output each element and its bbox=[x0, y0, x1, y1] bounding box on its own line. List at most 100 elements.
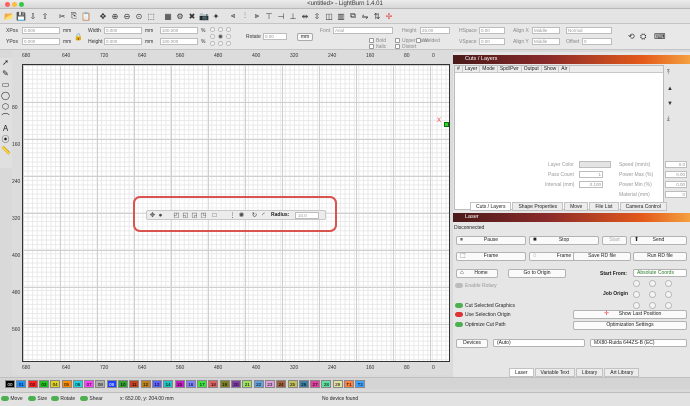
cut-icon[interactable]: ✂ bbox=[57, 11, 67, 21]
offset-input[interactable]: 0 bbox=[582, 38, 612, 45]
palette-swatch-18[interactable]: 18 bbox=[208, 380, 219, 388]
stop-button[interactable]: ■ Stop bbox=[529, 236, 599, 245]
go-to-origin-button[interactable]: Go to Origin bbox=[508, 269, 566, 278]
units-toggle-button[interactable]: mm bbox=[297, 33, 313, 41]
tools-icon[interactable]: ✖ bbox=[187, 11, 197, 21]
anchor-bottom-center[interactable] bbox=[218, 41, 223, 46]
show-last-position-button[interactable]: ✛ Show Last Position bbox=[573, 310, 687, 319]
camera-capture-icon[interactable]: ⛭ bbox=[640, 32, 646, 42]
distribute-v-icon[interactable]: ⇳ bbox=[312, 11, 322, 21]
devices-button[interactable]: Devices bbox=[456, 339, 488, 348]
boolean-weld-icon[interactable]: ◳ bbox=[200, 212, 207, 219]
palette-swatch-28[interactable]: 28 bbox=[321, 380, 332, 388]
job-origin-middle-left[interactable] bbox=[633, 291, 640, 298]
job-origin-center[interactable] bbox=[649, 291, 656, 298]
zoom-fit-icon[interactable]: ⊙ bbox=[134, 11, 144, 21]
bold-checkbox[interactable] bbox=[369, 38, 374, 43]
laser-icon[interactable]: ✢ bbox=[384, 11, 394, 21]
home-button[interactable]: ⌂ Home bbox=[456, 269, 498, 278]
palette-swatch-08[interactable]: 08 bbox=[95, 380, 106, 388]
boolean-union-icon[interactable]: ◰ bbox=[173, 212, 180, 219]
anchor-bottom-right[interactable] bbox=[226, 41, 231, 46]
copy-icon[interactable]: ⎘ bbox=[69, 11, 79, 21]
hspace-input[interactable]: 0.00 bbox=[479, 27, 505, 34]
position-laser-icon[interactable]: ⦿ bbox=[1, 135, 10, 144]
circular-array-icon[interactable]: ✺ bbox=[238, 212, 245, 219]
align-right-icon[interactable]: ⫸ bbox=[252, 11, 262, 21]
polygon-icon[interactable]: ⬡ bbox=[1, 102, 10, 111]
ellipse-icon[interactable]: ◯ bbox=[1, 91, 10, 100]
settings-icon[interactable]: ⚙ bbox=[175, 11, 185, 21]
layers-column-header[interactable]: Layer bbox=[463, 66, 481, 72]
height-input[interactable]: 0.000 bbox=[104, 38, 142, 45]
palette-swatch-16[interactable]: 16 bbox=[185, 380, 196, 388]
pass-count-input[interactable]: 1 bbox=[579, 171, 603, 178]
radius-input[interactable]: 10.0 bbox=[295, 212, 319, 219]
text-mode-select[interactable]: Normal bbox=[566, 27, 612, 34]
use-selection-origin-toggle[interactable] bbox=[455, 312, 463, 317]
circle-tool-icon[interactable]: ● bbox=[157, 212, 164, 219]
move-layer-down-icon[interactable]: ▼ bbox=[667, 101, 677, 107]
boolean-subtract-icon[interactable]: ◱ bbox=[182, 212, 189, 219]
upper-case-checkbox[interactable] bbox=[395, 38, 400, 43]
palette-swatch-15[interactable]: 15 bbox=[174, 380, 185, 388]
move-layer-top-icon[interactable]: ⤒ bbox=[667, 70, 677, 77]
palette-swatch-17[interactable]: 17 bbox=[197, 380, 208, 388]
optimize-cut-path-toggle[interactable] bbox=[455, 322, 463, 327]
italic-checkbox[interactable] bbox=[369, 44, 374, 49]
align-middle-icon[interactable]: ⊣ bbox=[276, 11, 286, 21]
text-icon[interactable]: A bbox=[1, 124, 10, 133]
job-origin-top-left[interactable] bbox=[633, 280, 640, 287]
palette-swatch-24[interactable]: 24 bbox=[276, 380, 287, 388]
align-y-select[interactable]: Middle bbox=[532, 38, 560, 45]
rotate-icon[interactable]: ↻ bbox=[251, 212, 258, 219]
speed-input[interactable]: 0.0 bbox=[665, 161, 687, 168]
height-percent-input[interactable]: 100.000 bbox=[160, 38, 198, 45]
tab-art-library[interactable]: Art Library bbox=[604, 368, 640, 377]
align-center-icon[interactable]: ⫶ bbox=[240, 11, 250, 21]
tab-variable-text[interactable]: Variable Text bbox=[534, 368, 575, 377]
palette-swatch-12[interactable]: 12 bbox=[140, 380, 151, 388]
font-select[interactable]: Arial bbox=[333, 27, 393, 34]
apply-path-icon[interactable]: ⟲ bbox=[628, 32, 635, 41]
export-icon[interactable]: ⇧ bbox=[40, 11, 50, 21]
workspace[interactable]: 680 640 720 640 560 480 400 320 240 160 80 0 80 160 2… bbox=[12, 50, 461, 375]
select-arrow-icon[interactable]: ➚ bbox=[1, 58, 10, 67]
save-rd-button[interactable]: Save RD file bbox=[573, 252, 631, 261]
shear-mode-toggle[interactable]: Shear bbox=[80, 393, 103, 405]
interval-input[interactable]: 0.100 bbox=[579, 181, 603, 188]
text-tool-icon[interactable]: ⌨ bbox=[654, 32, 666, 41]
palette-swatch-23[interactable]: 23 bbox=[264, 380, 275, 388]
save-icon[interactable]: 💾 bbox=[16, 11, 26, 21]
anchor-center[interactable] bbox=[218, 34, 223, 39]
frame-button[interactable]: ⬚ Frame bbox=[456, 252, 526, 261]
layer-color-swatch[interactable] bbox=[579, 161, 611, 168]
rotate-mode-toggle[interactable]: Rotate bbox=[51, 393, 75, 405]
layers-column-header[interactable]: # bbox=[455, 66, 463, 72]
palette-swatch-01[interactable]: 01 bbox=[16, 380, 27, 388]
palette-swatch-19[interactable]: 19 bbox=[219, 380, 230, 388]
zoom-frame-icon[interactable]: ⬚ bbox=[146, 11, 156, 21]
move-icon[interactable]: ✥ bbox=[98, 11, 108, 21]
run-rd-button[interactable]: Run RD file bbox=[633, 252, 687, 261]
layers-column-header[interactable]: Mode bbox=[480, 66, 498, 72]
move-mode-toggle[interactable]: Move bbox=[1, 393, 23, 405]
grid-icon[interactable]: ▥ bbox=[336, 11, 346, 21]
start-button[interactable]: Start bbox=[602, 236, 627, 245]
mirror-icon[interactable]: ⇋ bbox=[360, 11, 370, 21]
align-left-icon[interactable]: ⫷ bbox=[228, 11, 238, 21]
device-model-select[interactable]: MX80-Ruida 644ZS-B (EC) bbox=[590, 339, 687, 347]
draw-lines-icon[interactable]: ⌒ bbox=[1, 113, 10, 122]
edit-nodes-icon[interactable]: ✎ bbox=[1, 69, 10, 78]
distribute-icon[interactable]: ⇹ bbox=[300, 11, 310, 21]
tab-laser[interactable]: Laser bbox=[509, 368, 534, 377]
tab-cuts-layers[interactable]: Cuts / Layers bbox=[470, 202, 512, 211]
palette-swatch-07[interactable]: 07 bbox=[84, 380, 95, 388]
align-x-select[interactable]: Middle bbox=[532, 27, 560, 34]
move-layer-bottom-icon[interactable]: ⤓ bbox=[667, 116, 677, 123]
palette-swatch-04[interactable]: 04 bbox=[50, 380, 61, 388]
paste-icon[interactable]: 📋 bbox=[81, 11, 91, 21]
tab-shape-properties[interactable]: Shape Properties bbox=[512, 202, 564, 211]
ypos-input[interactable]: 0.000 bbox=[22, 38, 60, 45]
width-percent-input[interactable]: 100.000 bbox=[160, 27, 198, 34]
